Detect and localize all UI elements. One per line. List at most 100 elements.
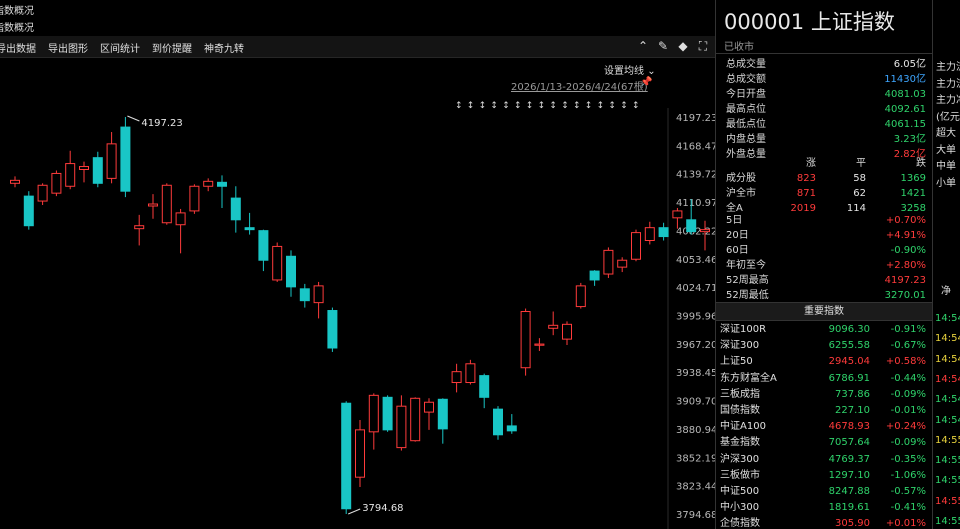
breadth-label: 沪全市 (726, 188, 756, 199)
fund-flow-label: 主力流 (936, 62, 960, 73)
candle-up (451, 371, 462, 384)
stat-row: 今日开盘 4081.03 (726, 87, 926, 102)
index-name: 沪深300 (720, 453, 760, 465)
candle-up (575, 285, 586, 308)
stat-label: 总成交量 (726, 59, 766, 70)
candle-down (286, 255, 296, 288)
index-row[interactable]: 三板成指 737.86 -0.09% (720, 387, 926, 403)
index-price: 6255.58 (828, 340, 870, 352)
fund-flow-time: 14:54 (935, 333, 960, 345)
index-row[interactable]: 三板做市 1297.10 -1.06% (720, 468, 926, 484)
up-count: 871 (796, 188, 816, 199)
index-row[interactable]: 企债指数 305.90 +0.01% (720, 516, 926, 529)
index-name: 中证A100 (720, 421, 766, 433)
index-row[interactable]: 深证100R 9096.30 -0.91% (720, 322, 926, 338)
period-label: 20日 (726, 230, 749, 241)
index-row[interactable]: 中证A100 4678.93 +0.24% (720, 419, 926, 435)
period-label: 年初至今 (726, 260, 766, 271)
signal-marker-icon: ↕ (632, 101, 640, 111)
collapse-icon[interactable]: ⌃ (637, 39, 649, 54)
signal-marker-icon: ↕ (585, 101, 593, 111)
eraser-icon[interactable]: ◆ (677, 39, 689, 54)
fund-flow-label: 大单 (936, 144, 956, 156)
y-tick-label: 4110.97 (676, 198, 715, 209)
top-title-1: 指数概况 (0, 6, 34, 17)
index-change: -0.91% (890, 324, 926, 335)
period-row: 60日 -0.90% (726, 243, 926, 258)
index-row[interactable]: 国债指数 227.10 -0.01% (720, 403, 926, 419)
candle-up (51, 172, 62, 194)
candle-up (548, 324, 559, 329)
index-price: 7057.64 (828, 437, 870, 449)
high-pointer (127, 115, 140, 122)
index-row[interactable]: 中证500 8247.88 -0.57% (720, 484, 926, 500)
signal-marker-icon: ↕ (608, 101, 616, 111)
index-price: 1297.10 (828, 469, 870, 481)
index-row[interactable]: 东方财富全A 6786.91 -0.44% (720, 371, 926, 387)
index-change: -0.67% (890, 340, 926, 352)
candle-up (355, 429, 365, 478)
up-count: 823 (796, 173, 816, 184)
chart-toolbar: 导出数据 导出图形 区间统计 到价提醒 神奇九转 ⌃ ✎ ◆ ⛶ (0, 36, 715, 58)
fund-flow-time: 14:55 (935, 434, 960, 446)
stat-row: 内盘总量 3.23亿 (726, 132, 926, 147)
fund-flow-label: 小单 (936, 177, 956, 189)
export-image-button[interactable]: 导出图形 (48, 40, 88, 55)
candle-up (534, 343, 545, 346)
index-name: 企债指数 (720, 518, 760, 529)
period-label: 5日 (726, 215, 743, 226)
signal-marker-icon: ↕ (561, 101, 569, 111)
kline-chart[interactable]: 4197.234168.474139.724110.974082.224053.… (0, 58, 715, 529)
index-row[interactable]: 深证300 6255.58 -0.67% (720, 338, 926, 354)
price-alert-button[interactable]: 到价提醒 (152, 40, 192, 55)
index-change: -0.09% (890, 388, 926, 400)
market-status: 已收市 (724, 42, 754, 53)
stat-row: 最低点位 4061.15 (726, 117, 926, 132)
signal-marker-icon: ↕ (479, 101, 487, 111)
down-header: 跌 (916, 158, 926, 169)
interval-stats-button[interactable]: 区间统计 (100, 40, 140, 55)
stat-value: 6.05亿 (893, 59, 926, 70)
index-row[interactable]: 基金指数 7057.64 -0.09% (720, 435, 926, 451)
export-data-button[interactable]: 导出数据 (0, 40, 36, 55)
candle-up (465, 363, 476, 384)
high-label: 4197.23 (141, 118, 182, 129)
y-tick-label: 3909.70 (676, 397, 715, 408)
low-pointer (348, 508, 361, 515)
candle-up (424, 401, 434, 413)
index-row[interactable]: 上证50 2945.04 +0.58% (720, 354, 926, 370)
index-price: 737.86 (835, 388, 870, 400)
brush-icon[interactable]: ✎ (657, 39, 669, 54)
candle-up (644, 227, 655, 242)
index-change: +0.58% (885, 356, 926, 368)
index-name: 深证100R (720, 324, 767, 335)
low-label: 3794.68 (362, 503, 403, 514)
fund-flow-time: 14:54 (935, 373, 960, 385)
candle-up (175, 212, 186, 226)
stat-label: 内盘总量 (726, 134, 766, 145)
candle-down (506, 425, 517, 432)
index-row[interactable]: 中小300 1819.61 -0.41% (720, 500, 926, 516)
fund-flow-time: 14:55 (935, 516, 960, 527)
candle-up (520, 311, 531, 369)
magic-nine-button[interactable]: 神奇九转 (204, 40, 244, 55)
index-change: -0.01% (890, 405, 926, 416)
y-tick-label: 4053.46 (676, 255, 715, 266)
candle-down (299, 288, 310, 302)
y-tick-label: 3880.94 (676, 425, 715, 436)
index-row[interactable]: 沪深300 4769.37 -0.35% (720, 452, 926, 468)
stat-label: 今日开盘 (726, 89, 766, 100)
y-tick-label: 3967.20 (676, 340, 715, 351)
period-label: 52周最高 (726, 275, 769, 286)
candle-down (92, 157, 103, 184)
stat-row: 总成交额 11430亿 (726, 72, 926, 87)
fullscreen-icon[interactable]: ⛶ (697, 39, 709, 54)
index-price: 9096.30 (828, 324, 870, 335)
fund-flow-time: 14:55 (935, 455, 960, 467)
indices-header: 重要指数 (716, 302, 932, 321)
stat-value: 4081.03 (884, 89, 926, 100)
candle-down (493, 408, 503, 436)
stat-value: 4061.15 (884, 119, 926, 130)
stock-title: 000001 上证指数 (724, 10, 895, 34)
index-name: 国债指数 (720, 405, 760, 416)
